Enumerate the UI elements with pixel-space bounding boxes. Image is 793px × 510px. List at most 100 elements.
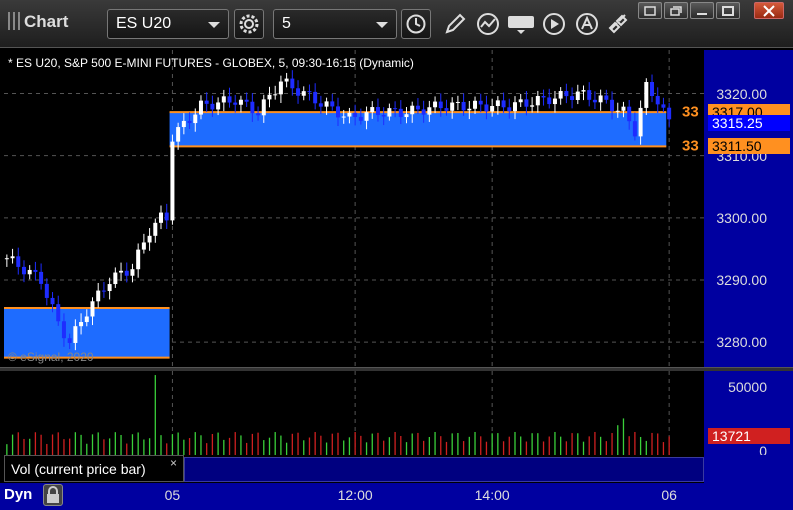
price-chart[interactable] bbox=[4, 50, 704, 367]
candle-body bbox=[490, 106, 495, 112]
volume-study-label[interactable]: Vol (current price bar) bbox=[4, 455, 184, 482]
level-count-label: 33 bbox=[682, 103, 699, 121]
candle-body bbox=[644, 82, 649, 108]
volume-tick-label: 50000 bbox=[728, 379, 767, 396]
candle-body bbox=[124, 270, 129, 276]
candle-body bbox=[410, 105, 415, 115]
price-marker-tag: 3311.50 bbox=[708, 138, 790, 155]
candle-body bbox=[581, 90, 586, 92]
candle-body bbox=[318, 103, 323, 107]
time-template-button[interactable] bbox=[401, 9, 431, 39]
candle-body bbox=[79, 322, 84, 327]
candle-body bbox=[290, 78, 295, 89]
interval-value: 5 bbox=[282, 15, 291, 32]
candle-body bbox=[176, 127, 181, 142]
level-count-label: 33 bbox=[682, 137, 699, 155]
close-icon bbox=[763, 4, 775, 17]
volume-marker-tag: 13721 bbox=[708, 428, 790, 445]
chart-header: * ES U20, S&P 500 E-MINI FUTURES - GLOBE… bbox=[8, 56, 414, 70]
chevron-down-icon bbox=[376, 22, 388, 28]
play-button[interactable] bbox=[539, 9, 569, 39]
maximize-button[interactable] bbox=[716, 2, 740, 19]
candle-body bbox=[67, 338, 72, 343]
candle-body bbox=[233, 102, 238, 105]
candle-body bbox=[415, 105, 420, 110]
restore-down-icon bbox=[670, 5, 682, 16]
candle-body bbox=[267, 94, 272, 100]
candle-body bbox=[221, 96, 226, 103]
candle-body bbox=[130, 269, 135, 276]
candle-body bbox=[467, 108, 472, 111]
price-tick-label: 3290.00 bbox=[716, 271, 767, 288]
candle-body bbox=[547, 97, 552, 105]
interval-select[interactable]: 5 bbox=[273, 9, 397, 39]
candle-body bbox=[615, 110, 620, 112]
candle-body bbox=[507, 107, 512, 112]
candle-body bbox=[198, 100, 203, 115]
candle-body bbox=[347, 112, 352, 117]
get-data-button[interactable] bbox=[506, 9, 536, 39]
symbol-settings-button[interactable] bbox=[234, 9, 264, 39]
candle-body bbox=[512, 102, 517, 112]
candle-body bbox=[478, 100, 483, 105]
get-icon bbox=[508, 16, 534, 34]
candle-body bbox=[250, 101, 255, 114]
price-marker-tag: 3315.25 bbox=[708, 115, 790, 132]
candle-body bbox=[273, 94, 278, 96]
candle-body bbox=[518, 99, 523, 103]
candle-body bbox=[147, 235, 152, 243]
link-button[interactable] bbox=[603, 9, 633, 39]
candle-body bbox=[381, 115, 386, 117]
clock-icon bbox=[406, 14, 426, 34]
candle-body bbox=[358, 116, 363, 121]
candle-body bbox=[650, 82, 655, 97]
time-tick-label: 12:00 bbox=[337, 487, 373, 503]
candle-body bbox=[484, 104, 489, 112]
candle-body bbox=[444, 108, 449, 111]
candle-body bbox=[530, 105, 535, 107]
candle-body bbox=[575, 91, 580, 100]
candle-body bbox=[56, 304, 61, 322]
minimize-button[interactable] bbox=[690, 2, 714, 19]
chart-toolbar: Chart ES U20 5 bbox=[0, 0, 793, 48]
candle-body bbox=[153, 222, 158, 236]
candle-body bbox=[433, 101, 438, 108]
chevron-down-icon bbox=[208, 22, 220, 28]
candle-body bbox=[284, 78, 289, 82]
studies-button[interactable] bbox=[473, 9, 503, 39]
candle-body bbox=[313, 91, 318, 104]
cascade-button[interactable] bbox=[638, 2, 662, 19]
candle-body bbox=[638, 107, 643, 137]
gear-icon bbox=[239, 14, 259, 34]
candle-body bbox=[564, 91, 569, 97]
candle-body bbox=[256, 113, 261, 116]
candle-body bbox=[96, 290, 101, 302]
close-button[interactable] bbox=[754, 2, 784, 19]
candle-body bbox=[10, 256, 15, 259]
candle-body bbox=[296, 88, 301, 96]
close-study-icon[interactable]: × bbox=[170, 456, 177, 470]
candle-body bbox=[473, 100, 478, 109]
candle-body bbox=[598, 95, 603, 103]
candle-body bbox=[552, 98, 557, 105]
candle-body bbox=[227, 96, 232, 103]
alerts-button[interactable] bbox=[572, 9, 602, 39]
candle-body bbox=[336, 106, 340, 118]
axis-corner bbox=[704, 455, 793, 483]
candle-body bbox=[621, 106, 626, 111]
candle-body bbox=[216, 102, 221, 110]
volume-chart[interactable] bbox=[4, 371, 704, 455]
candle-body bbox=[501, 100, 506, 108]
dynamic-mode-label[interactable]: Dyn bbox=[4, 486, 32, 503]
candle-body bbox=[61, 321, 66, 339]
maximize-icon bbox=[722, 5, 734, 16]
restore-button[interactable] bbox=[664, 2, 688, 19]
candle-body bbox=[627, 106, 632, 122]
candle-body bbox=[301, 91, 306, 96]
candle-body bbox=[113, 272, 118, 285]
draw-tools-button[interactable] bbox=[440, 9, 470, 39]
scale-lock-button[interactable] bbox=[43, 484, 63, 506]
symbol-select[interactable]: ES U20 bbox=[107, 9, 229, 39]
candle-body bbox=[107, 284, 112, 292]
candle-body bbox=[164, 212, 169, 221]
